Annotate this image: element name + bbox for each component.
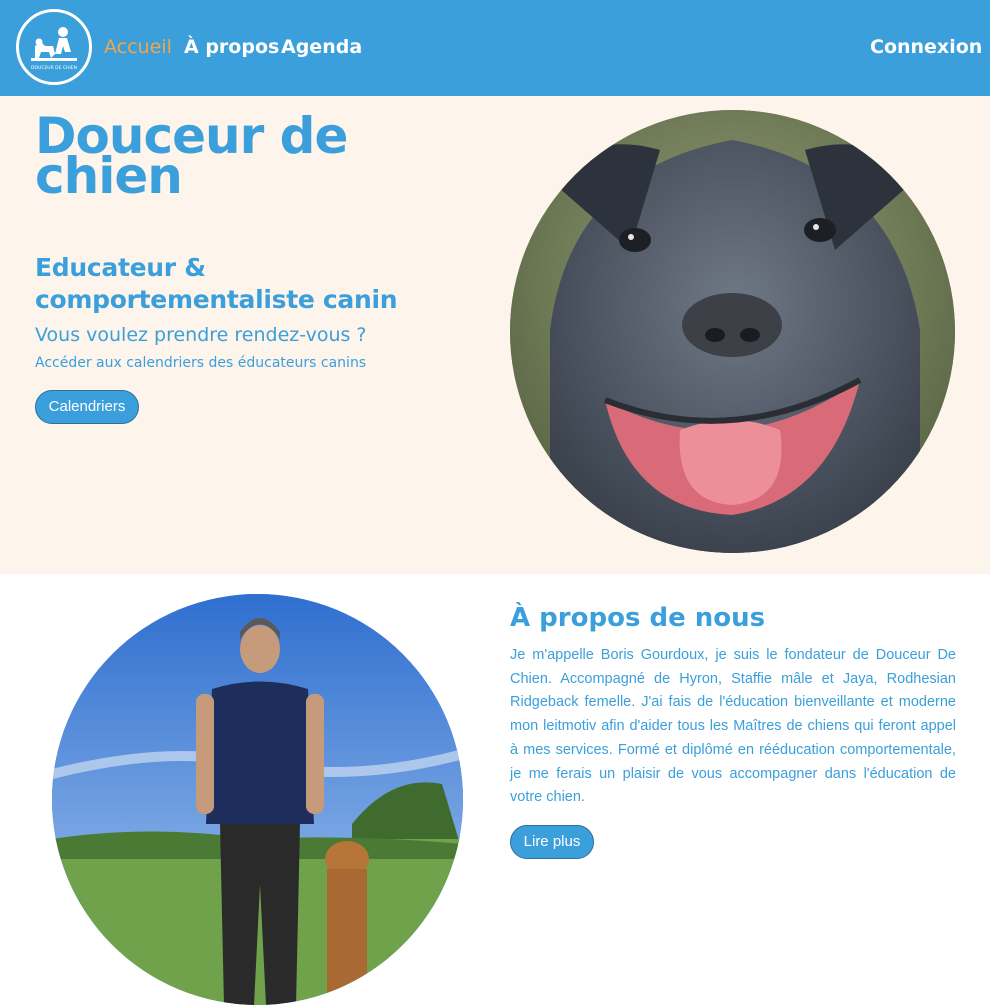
logo[interactable]: DOUCEUR DE CHIEN [16,9,92,85]
navbar: DOUCEUR DE CHIEN Accueil À propos Agenda… [0,0,990,96]
nav-link-home[interactable]: Accueil [104,36,172,58]
nav-link-about[interactable]: À propos [184,36,279,58]
dog-photo [510,110,955,553]
calendars-button[interactable]: Calendriers [35,390,139,424]
logo-text: DOUCEUR DE CHIEN [31,65,77,71]
trainer-photo [52,594,463,1005]
hero-cta-text: Accéder aux calendriers des éducateurs c… [35,355,367,371]
read-more-button[interactable]: Lire plus [510,825,594,859]
about-text: Je m'appelle Boris Gourdoux, je suis le … [510,647,956,806]
dog-trainer-logo-icon: DOUCEUR DE CHIEN [31,27,77,71]
nav-link-agenda[interactable]: Agenda [281,36,362,58]
login-link[interactable]: Connexion [870,36,982,58]
hero-subtitle: Educateur & comportementaliste canin [35,253,398,314]
about-title: À propos de nous [510,603,766,633]
hero-title: Douceur de chien [35,107,348,205]
hero-question: Vous voulez prendre rendez-vous ? [35,324,367,346]
